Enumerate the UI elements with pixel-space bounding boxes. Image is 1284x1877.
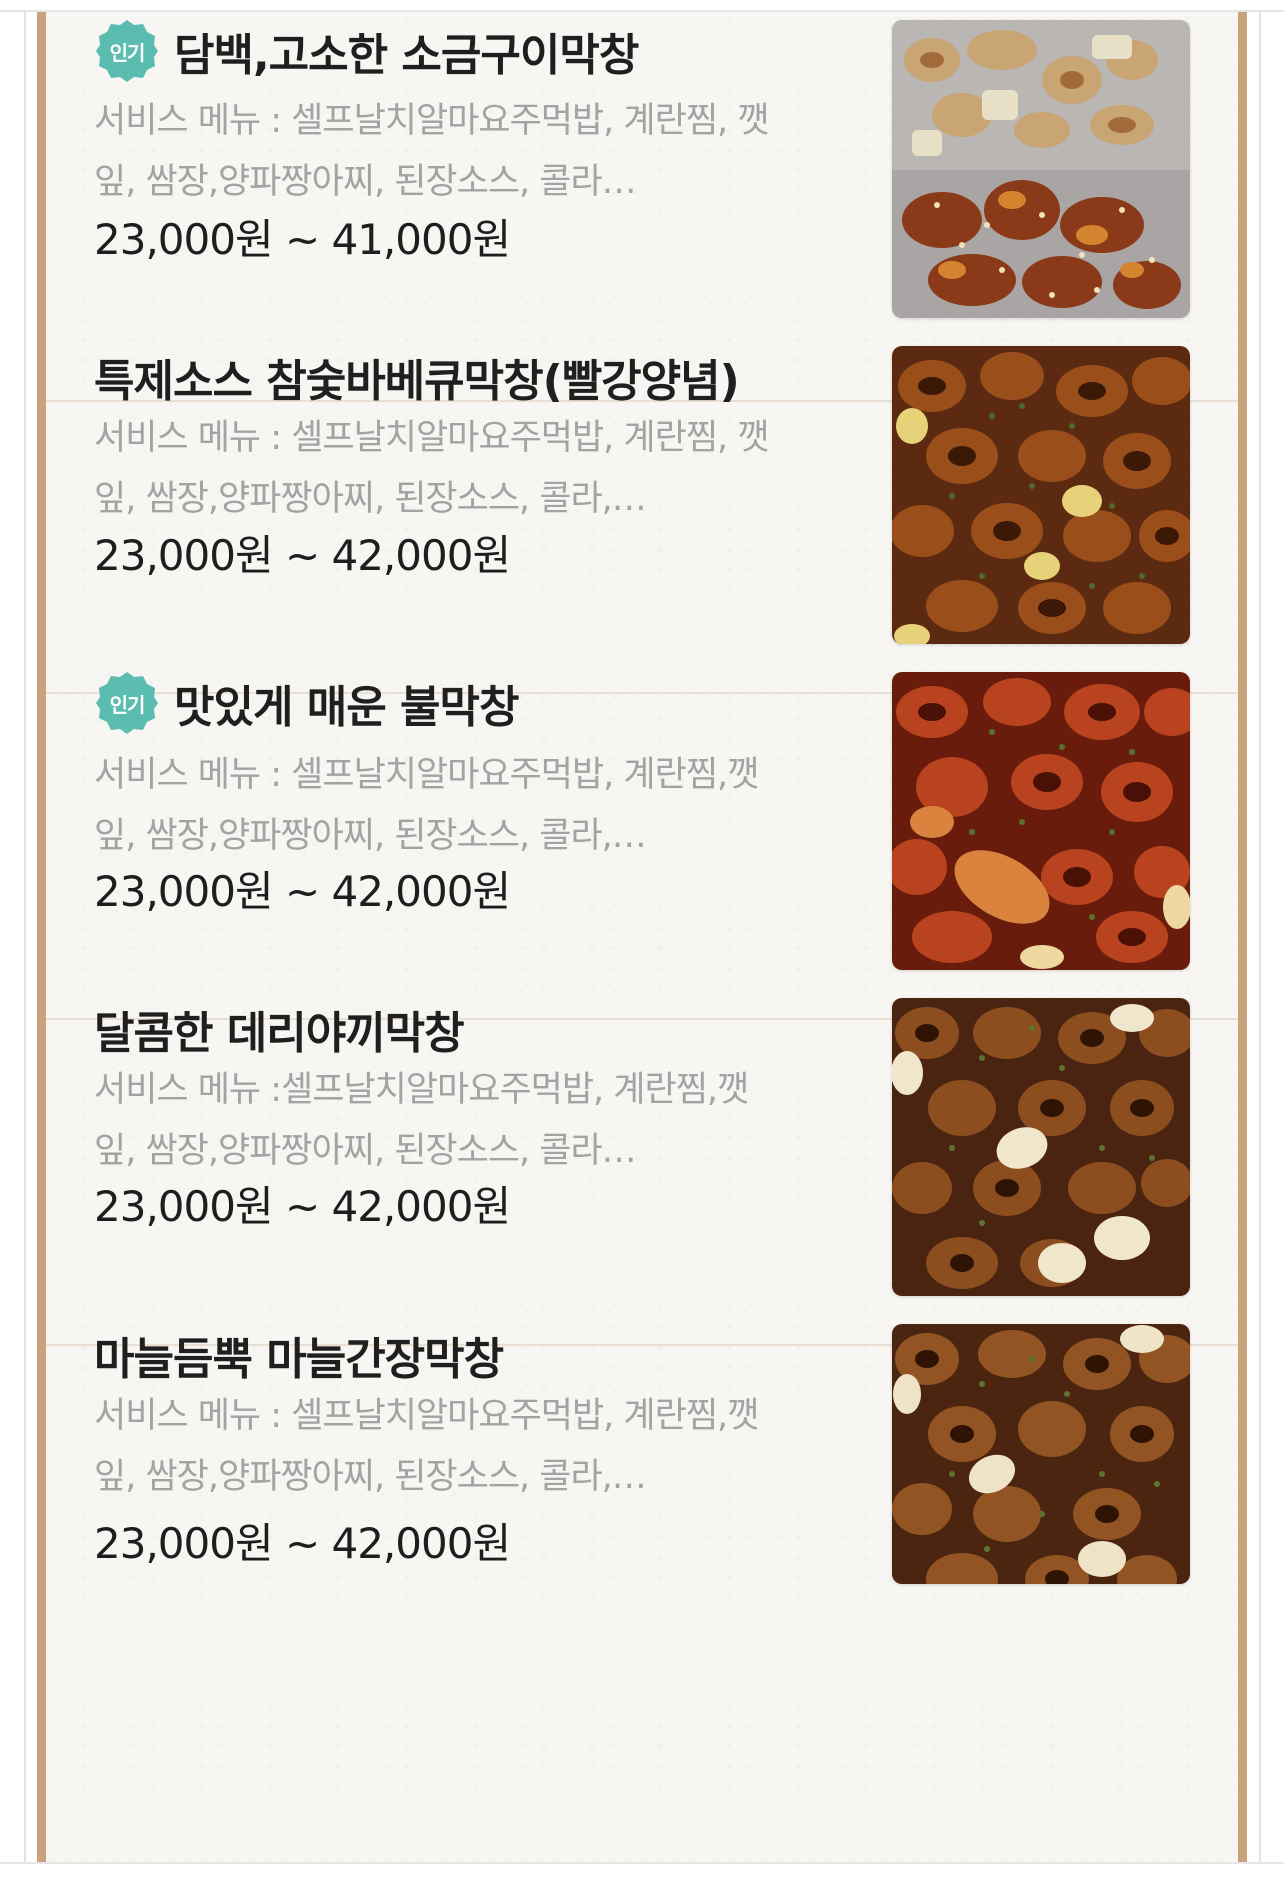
popular-badge: 인기 [94,18,160,84]
description-line-1: 서비스 메뉴 :셀프날치알마요주먹밥, 계란찜,깻 [94,1070,749,1110]
menu-item-price: 23,000원 ~ 42,000원 [94,531,511,580]
salt-grilled-makchang-photo [892,20,1190,318]
menu-item-title: 마늘듬뿍 마늘간장막창 [94,1320,504,1390]
badge-label: 인기 [109,692,146,717]
menu-item-title: 인기 담백,고소한 소금구이막창 [94,16,639,86]
menu-item-garlic-soy[interactable]: 마늘듬뿍 마늘간장막창 서비스 메뉴 : 셀프날치알마요주먹밥, 계란찜,깻 잎… [46,1282,1238,1672]
menu-item-name: 맛있게 매운 불막창 [174,682,519,733]
menu-item-price: 23,000원 ~ 42,000원 [94,1182,511,1231]
bottom-divider [0,1862,1284,1864]
menu-item-title: 특제소스 참숯바베큐막창(빨강양념) [94,342,740,412]
description-line-1: 서비스 메뉴 : 셀프날치알마요주먹밥, 계란찜, 깻 [94,101,769,141]
badge-label: 인기 [109,40,146,65]
description-line-2: 잎, 쌈장,양파짱아찌, 된장소스, 콜라… [94,162,637,202]
description-line-1: 서비스 메뉴 : 셀프날치알마요주먹밥, 계란찜,깻 [94,755,759,795]
menu-item-price: 23,000원 ~ 42,000원 [94,867,511,916]
description-line-2: 잎, 쌈장,양파짱아찌, 된장소스, 콜라,… [94,479,647,519]
menu-item-name: 담백,고소한 소금구이막창 [174,30,639,81]
menu-item-description: 서비스 메뉴 : 셀프날치알마요주먹밥, 계란찜,깻 잎, 쌈장,양파짱아찌, … [94,745,894,867]
description-line-1: 서비스 메뉴 : 셀프날치알마요주먹밥, 계란찜, 깻 [94,418,769,458]
menu-item-name: 특제소스 참숯바베큐막창(빨강양념) [94,356,740,407]
menu-item-title: 달콤한 데리야끼막창 [94,994,465,1064]
description-line-1: 서비스 메뉴 : 셀프날치알마요주먹밥, 계란찜,깻 [94,1396,759,1436]
menu-item-description: 서비스 메뉴 : 셀프날치알마요주먹밥, 계란찜, 깻 잎, 쌈장,양파짱아찌,… [94,408,894,530]
teriyaki-makchang-photo [892,998,1190,1296]
menu-item-price: 23,000원 ~ 42,000원 [94,1519,511,1568]
menu-item-title: 인기 맛있게 매운 불막창 [94,668,519,738]
description-line-2: 잎, 쌈장,양파짱아찌, 된장소스, 콜라,… [94,1457,647,1497]
spicy-fire-makchang-photo [892,672,1190,970]
menu-item-description: 서비스 메뉴 : 셀프날치알마요주먹밥, 계란찜, 깻 잎, 쌈장,양파짱아찌,… [94,91,894,213]
menu-item-description: 서비스 메뉴 :셀프날치알마요주먹밥, 계란찜,깻 잎, 쌈장,양파짱아찌, 된… [94,1060,894,1182]
menu-page: 인기 담백,고소한 소금구이막창 서비스 메뉴 : 셀프날치알마요주먹밥, 계란… [0,0,1284,1877]
garlic-soy-makchang-photo [892,1324,1190,1584]
menu-list: 인기 담백,고소한 소금구이막창 서비스 메뉴 : 셀프날치알마요주먹밥, 계란… [46,12,1238,1862]
popular-badge: 인기 [94,670,160,736]
menu-item-description: 서비스 메뉴 : 셀프날치알마요주먹밥, 계란찜,깻 잎, 쌈장,양파짱아찌, … [94,1386,894,1508]
menu-item-name: 달콤한 데리야끼막창 [94,1008,465,1059]
bbq-makchang-photo [892,346,1190,644]
menu-item-price: 23,000원 ~ 41,000원 [94,215,511,264]
menu-item-name: 마늘듬뿍 마늘간장막창 [94,1334,504,1385]
